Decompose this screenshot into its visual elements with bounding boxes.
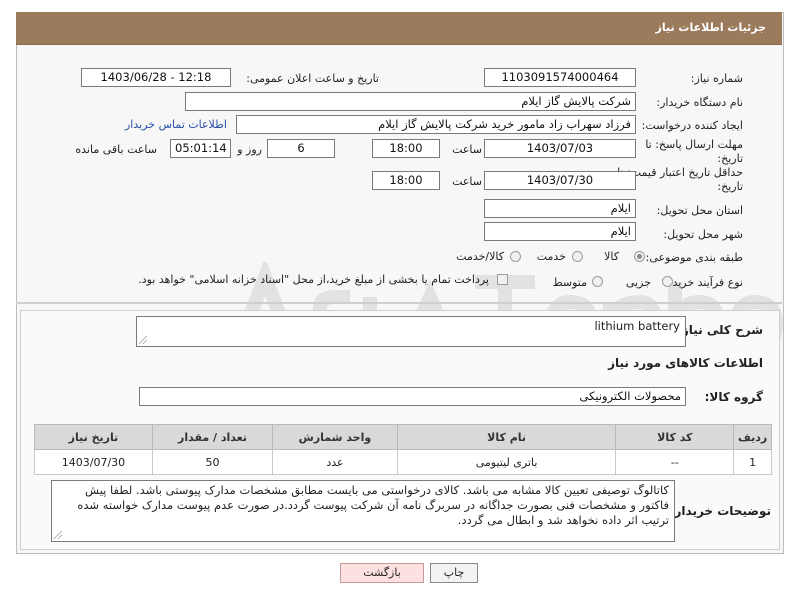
deadline-date-field[interactable]: 1403/07/03 [484, 139, 636, 158]
category-radio-service[interactable] [572, 251, 583, 262]
province-label: استان محل تحویل: [656, 204, 743, 217]
category-option-goods: کالا [604, 250, 619, 263]
process-radio-minor[interactable] [662, 276, 673, 287]
city-label: شهر محل تحویل: [663, 228, 743, 241]
creator-field[interactable]: فرزاد سهراب زاد مامور خرید شرکت پالایش گ… [236, 115, 636, 134]
cell-row-number: 1 [733, 449, 772, 475]
table-row[interactable]: 1 -- باتری لیتیومی عدد 50 1403/07/30 [34, 449, 772, 475]
buyer-contact-link[interactable]: اطلاعات تماس خریدار [125, 118, 227, 131]
buyer-org-label: نام دستگاه خریدار: [656, 96, 743, 109]
goods-group-label: گروه کالا: [704, 390, 763, 404]
process-radio-medium[interactable] [592, 276, 603, 287]
cell-item-name: باتری لیتیومی [396, 449, 617, 475]
goods-table-header: ردیف کد کالا نام کالا واحد شمارش تعداد /… [34, 424, 772, 450]
need-number-field[interactable]: 1103091574000464 [484, 68, 636, 87]
province-field[interactable]: ایلام [484, 199, 636, 218]
goods-group-field[interactable]: محصولات الکترونیکی [139, 387, 686, 406]
goods-table: ردیف کد کالا نام کالا واحد شمارش تعداد /… [34, 424, 772, 475]
col-item-code: کد کالا [615, 424, 735, 450]
col-item-name: نام کالا [396, 424, 617, 450]
price-validity-time-label: ساعت [452, 175, 482, 188]
header-bar: جزئیات اطلاعات نیاز [16, 12, 782, 45]
city-field[interactable]: ایلام [484, 222, 636, 241]
process-option-minor: جزیی [625, 276, 651, 289]
price-validity-date-field[interactable]: 1403/07/30 [484, 171, 636, 190]
deadline-time-field[interactable]: 18:00 [372, 139, 440, 158]
description-label: شرح کلی نیاز: [677, 323, 763, 337]
description-text: lithium battery [594, 319, 680, 333]
deadline-label: مهلت ارسال پاسخ: تا تاریخ: [645, 138, 743, 165]
price-validity-time-field[interactable]: 18:00 [372, 171, 440, 190]
resize-grip-icon[interactable] [54, 531, 62, 539]
payment-note: پرداخت تمام یا بخشی از مبلغ خرید،از محل … [138, 273, 489, 286]
resize-grip-icon[interactable] [139, 336, 147, 344]
days-label: روز و [237, 143, 262, 156]
remaining-label: ساعت باقی مانده [75, 143, 157, 156]
deadline-time-label: ساعت [452, 143, 482, 156]
cell-quantity: 50 [151, 449, 274, 475]
buyer-org-field[interactable]: شرکت پالایش گاز ایلام [185, 92, 636, 111]
buyer-notes-field[interactable]: کاتالوگ توصیفی تعیین کالا مشابه می باشد.… [51, 480, 675, 542]
col-need-date: تاریخ نیاز [34, 424, 153, 450]
days-field[interactable]: 6 [267, 139, 335, 158]
need-number-label: شماره نیاز: [690, 72, 743, 85]
category-option-service: خدمت [536, 250, 566, 263]
cell-item-code: -- [615, 449, 735, 475]
announce-label: تاریخ و ساعت اعلان عمومی: [246, 72, 379, 85]
col-row-number: ردیف [733, 424, 772, 450]
category-option-goods-service: کالا/خدمت [456, 250, 504, 263]
process-option-medium: متوسط [552, 276, 587, 289]
back-button[interactable]: بازگشت [340, 563, 424, 583]
cell-need-date: 1403/07/30 [34, 449, 153, 475]
announce-field[interactable]: 1403/06/28 - 12:18 [81, 68, 231, 87]
category-label: طبقه بندی موضوعی: [645, 251, 743, 264]
description-field[interactable]: lithium battery [136, 316, 686, 347]
process-label: نوع فرآیند خرید : [665, 276, 743, 289]
goods-section-title: اطلاعات کالاهای مورد نیاز [608, 356, 763, 370]
section-divider [16, 302, 782, 304]
category-radio-goods[interactable] [634, 251, 645, 262]
page-title: جزئیات اطلاعات نیاز [655, 21, 767, 34]
category-radio-goods-service[interactable] [510, 251, 521, 262]
print-button[interactable]: چاپ [430, 563, 478, 583]
treasury-payment-checkbox[interactable] [497, 274, 508, 285]
cell-unit: عدد [272, 449, 398, 475]
col-quantity: تعداد / مقدار [151, 424, 274, 450]
buyer-notes-text: کاتالوگ توصیفی تعیین کالا مشابه می باشد.… [77, 483, 669, 527]
buyer-notes-label: توضیحات خریدار: [669, 504, 771, 518]
remaining-time-field[interactable]: 05:01:14 [170, 139, 231, 158]
creator-label: ایجاد کننده درخواست: [641, 119, 743, 132]
col-unit: واحد شمارش [272, 424, 398, 450]
